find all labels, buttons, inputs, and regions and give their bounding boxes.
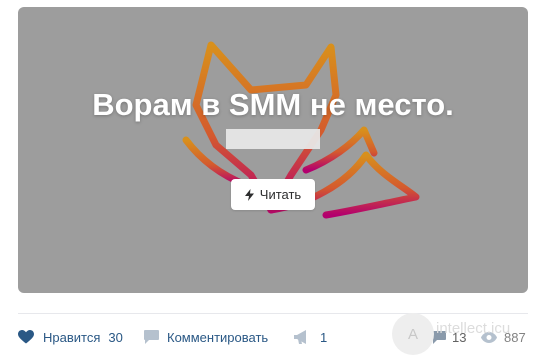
- read-button[interactable]: Читать: [231, 179, 315, 210]
- like-count: 30: [108, 329, 123, 345]
- heart-icon: [18, 330, 34, 344]
- read-button-label: Читать: [259, 187, 302, 202]
- lightning-icon: [244, 188, 254, 201]
- comment-label: Комментировать: [167, 329, 269, 345]
- comment-button[interactable]: Комментировать: [144, 327, 268, 347]
- share-count: 1: [320, 329, 328, 345]
- post-title: Ворам в SMM не место.: [92, 87, 454, 122]
- footer-divider: [18, 313, 528, 314]
- article-card[interactable]: Ворам в SMM не место. Читать: [18, 7, 528, 293]
- subtitle-placeholder: [226, 129, 320, 149]
- watermark-text: intellect.icu: [436, 320, 511, 337]
- megaphone-icon: [294, 330, 306, 344]
- comment-icon: [144, 330, 159, 344]
- share-button[interactable]: 1: [294, 327, 327, 347]
- watermark-logo: A: [392, 313, 434, 355]
- like-button[interactable]: Нравится 30: [18, 327, 123, 347]
- like-label: Нравится: [43, 329, 101, 345]
